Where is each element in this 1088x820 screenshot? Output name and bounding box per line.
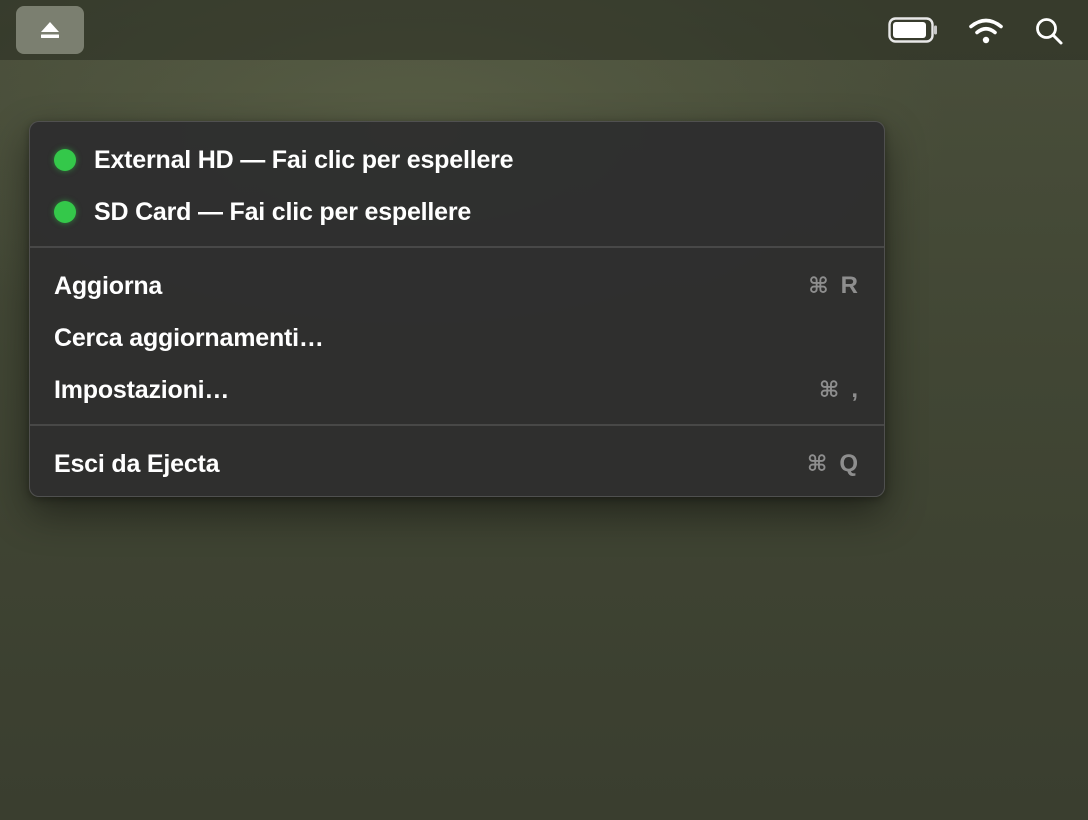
command-key-icon: ⌘ (818, 377, 840, 403)
menu-item-refresh[interactable]: Aggiorna ⌘ R (30, 264, 884, 308)
command-key-icon: ⌘ (808, 273, 829, 299)
menu-separator (30, 246, 884, 248)
mounted-status-indicator (54, 149, 76, 171)
menu-item-label: Impostazioni… (54, 375, 230, 404)
keyboard-shortcut: ⌘ R (808, 272, 858, 300)
search-icon[interactable] (1034, 16, 1064, 46)
menu-separator (30, 424, 884, 426)
drive-item-sd-card[interactable]: SD Card — Fai clic per espellere (30, 190, 884, 234)
menu-item-label: Esci da Ejecta (54, 449, 220, 478)
command-key-icon: ⌘ (806, 451, 828, 477)
battery-icon[interactable] (888, 17, 938, 43)
menu-item-label: Aggiorna (54, 271, 163, 300)
eject-menu-button[interactable] (16, 6, 84, 54)
mounted-status-indicator (54, 201, 76, 223)
shortcut-key: R (840, 272, 858, 299)
drive-label: SD Card — Fai clic per espellere (94, 197, 472, 226)
menu-item-settings[interactable]: Impostazioni… ⌘ , (30, 368, 884, 412)
drive-item-external-hd[interactable]: External HD — Fai clic per espellere (30, 138, 884, 182)
drive-label: External HD — Fai clic per espellere (94, 145, 514, 174)
eject-icon (41, 22, 59, 38)
shortcut-key: Q (839, 450, 858, 477)
menu-bar (0, 0, 1088, 60)
shortcut-key: , (851, 376, 858, 403)
menu-item-check-updates[interactable]: Cerca aggiornamenti… (30, 316, 884, 360)
menu-item-quit[interactable]: Esci da Ejecta ⌘ Q (30, 442, 884, 486)
wifi-icon[interactable] (968, 16, 1004, 46)
keyboard-shortcut: ⌘ Q (807, 450, 858, 478)
menu-item-label: Cerca aggiornamenti… (54, 323, 324, 352)
keyboard-shortcut: ⌘ , (819, 376, 858, 404)
eject-dropdown-menu: External HD — Fai clic per espellere SD … (29, 121, 885, 497)
